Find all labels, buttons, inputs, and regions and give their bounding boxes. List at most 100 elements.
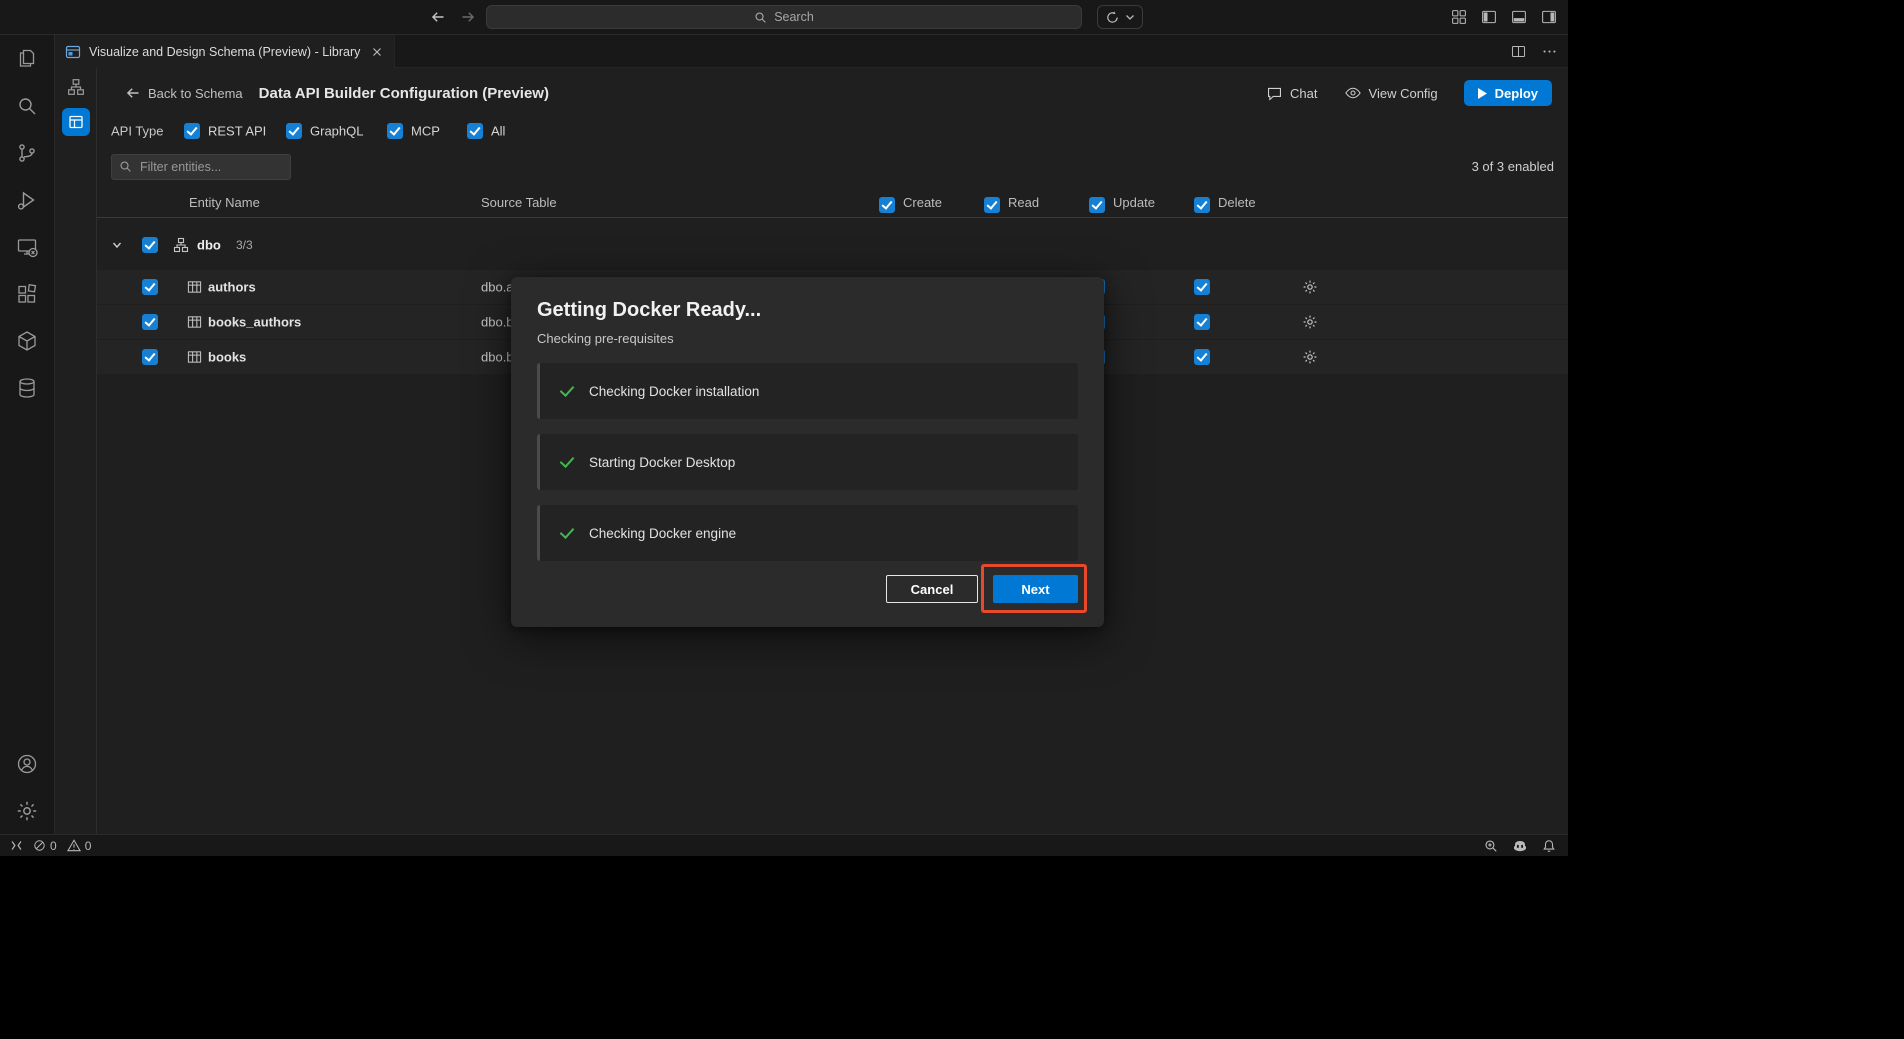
tab-label: Visualize and Design Schema (Preview) - … [89,45,362,59]
errors-indicator[interactable]: 0 [33,839,57,853]
warnings-count: 0 [85,839,92,853]
api-type-label: API Type [111,124,164,139]
schema-group-row[interactable]: dbo 3/3 [97,228,1568,262]
error-circle-icon [33,839,46,852]
row-settings-gear-icon[interactable] [1302,279,1318,295]
filter-search-icon [119,160,132,173]
database-icon[interactable] [0,364,55,411]
filter-entities-input[interactable] [111,154,291,180]
forward-arrow-icon[interactable] [460,9,476,25]
split-editor-icon[interactable] [1510,43,1527,60]
back-to-schema-link[interactable]: Back to Schema [125,85,243,101]
select-all-delete-checkbox[interactable] [1194,197,1210,213]
deploy-button[interactable]: Deploy [1464,80,1552,106]
row-select-checkbox[interactable] [142,279,158,295]
graphql-checkbox[interactable] [286,123,302,139]
settings-gear-icon[interactable] [0,787,55,834]
rest-api-checkbox[interactable] [184,123,200,139]
activity-bar [0,35,55,834]
source-table: dbo.a [481,280,514,295]
table-icon [187,280,202,295]
cancel-button[interactable]: Cancel [886,575,978,603]
source-control-icon[interactable] [0,129,55,176]
schema-designer-icon[interactable] [67,78,85,96]
toggle-sidebar-right-icon[interactable] [1540,8,1558,26]
search-placeholder: Search [774,10,814,24]
rest-api-label: REST API [208,124,266,139]
back-label: Back to Schema [148,86,243,101]
customize-layout-icon[interactable] [1450,8,1468,26]
check-success-icon [558,382,576,400]
mcp-checkbox[interactable] [387,123,403,139]
close-tab-icon[interactable] [370,45,384,59]
toggle-sidebar-left-icon[interactable] [1480,8,1498,26]
chevron-down-icon [1125,12,1135,22]
row-delete-checkbox[interactable] [1194,279,1210,295]
row-select-checkbox[interactable] [142,314,158,330]
notifications-bell-icon[interactable] [1542,839,1556,853]
page-title: Data API Builder Configuration (Preview) [259,85,549,102]
container-tools-icon[interactable] [0,317,55,364]
col-entity-name: Entity Name [189,195,260,210]
group-select-checkbox[interactable] [142,237,158,253]
run-debug-icon[interactable] [0,176,55,223]
getting-docker-ready-dialog: Getting Docker Ready... Checking pre-req… [511,277,1104,627]
step-docker-desktop: Starting Docker Desktop [537,434,1078,490]
col-update: Update [1113,195,1155,210]
webview-tool-strip [55,68,96,834]
remote-indicator[interactable] [10,839,23,852]
prerequisite-steps: Checking Docker installation Starting Do… [537,363,1078,561]
tab-visualize-design-schema[interactable]: Visualize and Design Schema (Preview) - … [55,35,395,69]
row-settings-gear-icon[interactable] [1302,314,1318,330]
deploy-label: Deploy [1495,86,1538,101]
chat-label: Chat [1290,86,1317,101]
step-docker-installation: Checking Docker installation [537,363,1078,419]
view-config-button[interactable]: View Config [1344,84,1438,102]
vscode-window: Search [0,0,1568,856]
toggle-panel-icon[interactable] [1510,8,1528,26]
step-label: Checking Docker installation [589,384,759,399]
row-delete-checkbox[interactable] [1194,314,1210,330]
row-settings-gear-icon[interactable] [1302,349,1318,365]
row-select-checkbox[interactable] [142,349,158,365]
search-sidebar-icon[interactable] [0,82,55,129]
search-icon [754,11,767,24]
col-source-table: Source Table [481,195,557,210]
sync-icon [1105,10,1120,25]
extensions-icon[interactable] [0,270,55,317]
filter-row: 3 of 3 enabled [97,154,1568,180]
chevron-down-icon[interactable] [111,239,123,251]
copilot-icon[interactable] [1512,838,1528,854]
explorer-icon[interactable] [0,35,55,82]
chat-button[interactable]: Chat [1266,85,1317,102]
more-actions-icon[interactable] [1541,43,1558,60]
warning-triangle-icon [67,839,81,852]
back-arrow-icon[interactable] [430,9,446,25]
select-all-update-checkbox[interactable] [1089,197,1105,213]
all-checkbox[interactable] [467,123,483,139]
select-all-read-checkbox[interactable] [984,197,1000,213]
col-create: Create [903,195,942,210]
eye-icon [1344,84,1362,102]
next-button[interactable]: Next [993,575,1078,603]
warnings-indicator[interactable]: 0 [67,839,92,853]
session-dropdown[interactable] [1097,5,1143,29]
errors-count: 0 [50,839,57,853]
zoom-indicator-icon[interactable] [1484,839,1498,853]
graphql-label: GraphQL [310,124,363,139]
check-success-icon [558,453,576,471]
select-all-create-checkbox[interactable] [879,197,895,213]
api-type-filter-row: API Type REST API GraphQL MCP All [97,118,1568,144]
command-center-search[interactable]: Search [486,5,1082,29]
row-delete-checkbox[interactable] [1194,349,1210,365]
dab-config-tool-selected[interactable] [62,108,90,136]
view-config-label: View Config [1369,86,1438,101]
accounts-icon[interactable] [0,740,55,787]
check-success-icon [558,524,576,542]
col-delete: Delete [1218,195,1256,210]
entity-name: books_authors [208,315,301,330]
remote-explorer-icon[interactable] [0,223,55,270]
mcp-label: MCP [411,124,440,139]
chat-icon [1266,85,1283,102]
tab-bar: Visualize and Design Schema (Preview) - … [55,35,1568,68]
